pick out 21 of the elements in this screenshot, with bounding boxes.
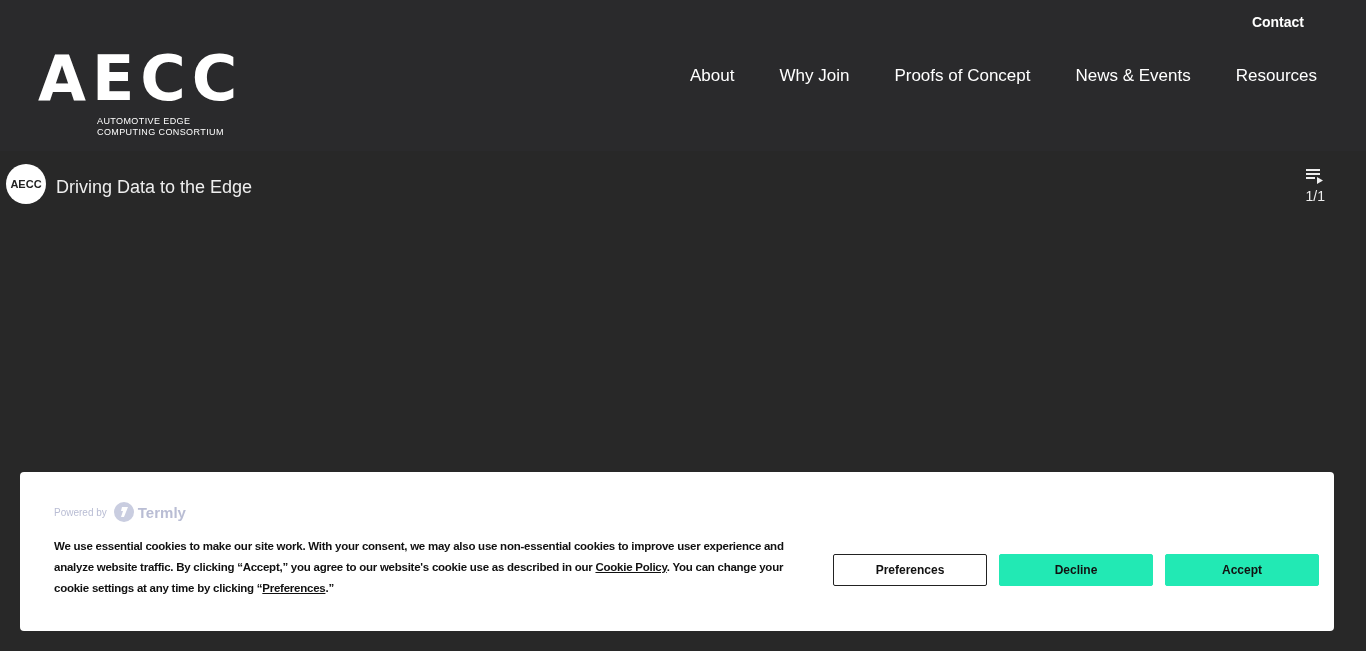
nav-link[interactable]: News & Events: [1075, 66, 1191, 86]
logo-mark[interactable]: AECC: [38, 50, 244, 108]
nav-link[interactable]: Resources: [1235, 66, 1317, 86]
nav-link[interactable]: Proofs of Concept: [894, 66, 1031, 86]
playlist-icon[interactable]: [1306, 168, 1325, 184]
preferences-link[interactable]: Preferences: [262, 582, 326, 594]
brand-name: Termly: [137, 503, 186, 521]
contact-link[interactable]: Contact: [1251, 14, 1304, 30]
cookie-button[interactable]: Preferences: [833, 554, 987, 586]
cookie-notice: We use essential cookies to make our site work. With your consent, we may also use non-essential cookies to improve user experience and analyze website traffic. By clicking “Accept,” you agree to our website's cookie use as described in our Cookie Policy. You can change your cookie settings at any time by clicking “Preferences.”: [54, 539, 785, 596]
cookie-button[interactable]: Accept: [1165, 554, 1319, 586]
powered-by-label: Powered by: [54, 506, 107, 518]
logo-tagline: AUTOMOTIVE EDGE COMPUTING CONSORTIUM: [97, 116, 225, 138]
playlist-count: 1/1: [1305, 188, 1325, 204]
channel-avatar[interactable]: AECC: [6, 164, 46, 204]
brand-logo-icon: [113, 502, 134, 522]
nav-link[interactable]: About: [690, 66, 735, 86]
video-title[interactable]: Driving Data to the Edge: [56, 177, 1306, 198]
nav-link[interactable]: Why Join: [779, 66, 850, 86]
cookie-policy-link[interactable]: Cookie Policy: [595, 561, 667, 573]
cookie-button[interactable]: Decline: [999, 554, 1153, 586]
